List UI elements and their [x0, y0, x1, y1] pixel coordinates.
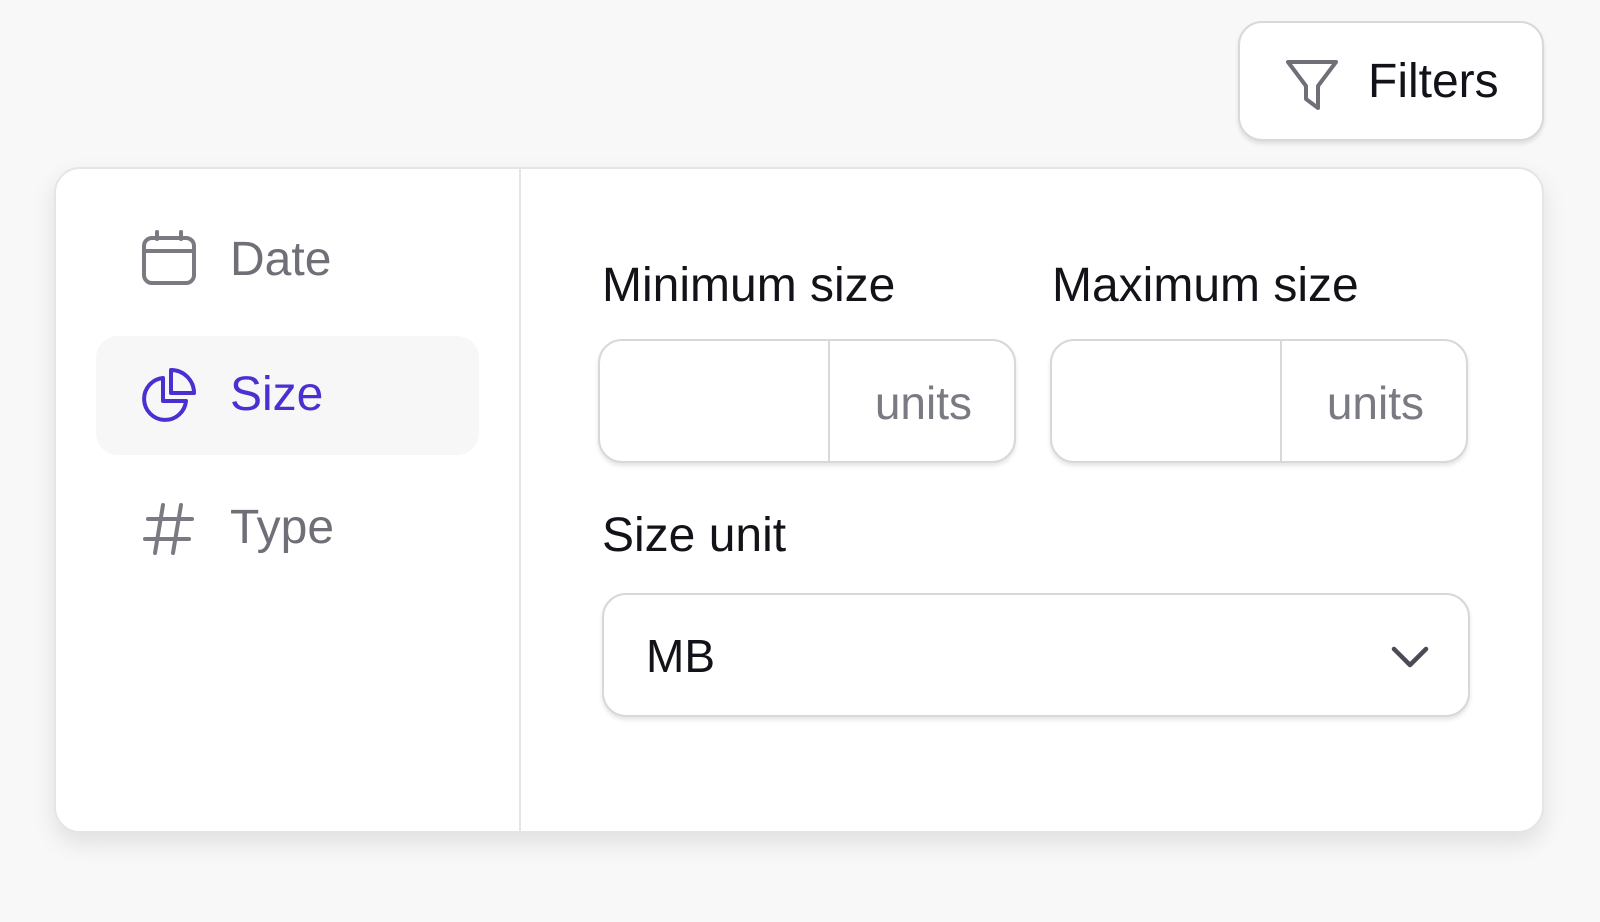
sidebar-item-date[interactable]: Date: [96, 201, 479, 320]
sidebar-item-label: Date: [230, 233, 332, 286]
sidebar-item-size[interactable]: Size: [96, 336, 479, 455]
minimum-size-input[interactable]: [600, 341, 828, 461]
filters-button[interactable]: Filters: [1238, 21, 1544, 141]
field-divider: [1280, 341, 1282, 461]
maximum-size-label: Maximum size: [1052, 259, 1359, 312]
size-unit-select[interactable]: MB: [602, 593, 1470, 717]
sidebar-item-label: Type: [230, 501, 335, 554]
size-unit-selected-value: MB: [646, 630, 715, 682]
minimum-size-field: units: [598, 339, 1016, 463]
size-filter-content: Minimum size units Maximum size units Si…: [521, 169, 1542, 831]
field-divider: [828, 341, 830, 461]
sidebar-item-type[interactable]: Type: [96, 469, 479, 588]
maximum-size-field: units: [1050, 339, 1468, 463]
filter-icon: [1284, 57, 1340, 113]
hash-icon: [138, 497, 200, 559]
minimum-size-unit-suffix: units: [874, 377, 972, 429]
maximum-size-unit-suffix: units: [1326, 377, 1424, 429]
pie-chart-icon: [138, 364, 200, 426]
chevron-down-icon: [1390, 637, 1430, 677]
minimum-size-label: Minimum size: [602, 259, 896, 312]
calendar-icon: [138, 229, 200, 291]
filter-category-sidebar: Date Size Type: [56, 169, 521, 831]
sidebar-item-label: Size: [230, 368, 324, 421]
filters-button-label: Filters: [1368, 55, 1499, 108]
size-unit-label: Size unit: [602, 509, 787, 562]
maximum-size-input[interactable]: [1052, 341, 1280, 461]
filter-panel: Date Size Type Minimum size units Maximu…: [54, 167, 1544, 833]
